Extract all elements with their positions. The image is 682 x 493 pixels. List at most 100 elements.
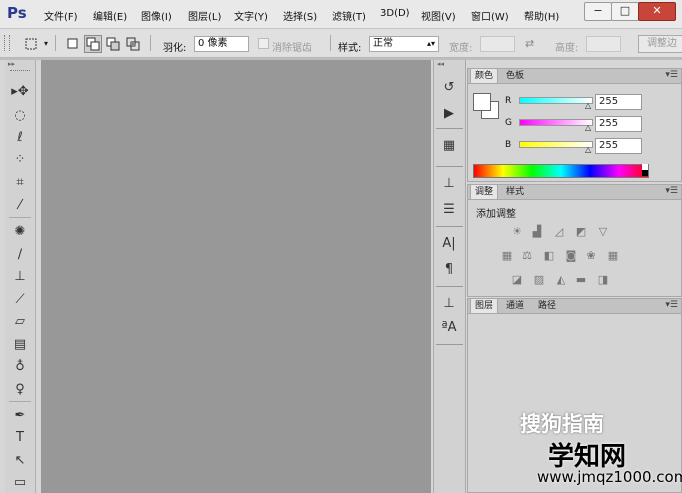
history-icon[interactable]: ↺ [437, 78, 461, 98]
posterize-icon[interactable]: ▨ [532, 274, 546, 286]
photo-filter-icon[interactable]: ◙ [564, 250, 578, 262]
brush-presets-icon[interactable]: ☰ [437, 200, 461, 220]
minimize-button[interactable]: − [584, 2, 612, 21]
tool-presets-icon[interactable]: ⊥ [437, 174, 461, 194]
color-spectrum-bar[interactable] [473, 164, 649, 178]
menu-layer[interactable]: 图层(L) [188, 8, 221, 23]
menu-view[interactable]: 视图(V) [421, 8, 456, 23]
dodge-icon[interactable]: ♀ [7, 380, 33, 400]
tab-styles[interactable]: 样式 [502, 185, 528, 199]
threshold-icon[interactable]: ◭ [554, 274, 568, 286]
menu-help[interactable]: 帮助(H) [524, 8, 559, 23]
invert-icon[interactable]: ◪ [510, 274, 524, 286]
exposure-icon[interactable]: ◩ [574, 226, 588, 238]
tab-layers[interactable]: 图层 [470, 299, 499, 313]
g-slider[interactable] [519, 119, 593, 126]
menu-edit[interactable]: 编辑(E) [93, 8, 127, 23]
menu-3d[interactable]: 3D(D) [380, 8, 410, 19]
path-select-icon[interactable]: ↖ [7, 451, 33, 471]
divider [436, 166, 463, 167]
options-bar: ▾ 羽化: 0 像素 消除锯齿 样式: 正常 ▴▾ 宽度: ⇄ 高度: 调整边 [0, 29, 682, 58]
menu-file[interactable]: 文件(F) [44, 8, 78, 23]
gradient-icon[interactable]: ▤ [7, 335, 33, 355]
color-lookup-icon[interactable]: ▦ [606, 250, 620, 262]
g-slider-thumb-icon[interactable]: △ [585, 123, 591, 132]
style-select[interactable]: 正常 ▴▾ [369, 36, 439, 52]
add-to-selection-icon[interactable] [84, 35, 102, 53]
collapse-icon[interactable]: ▸▸ [8, 60, 15, 68]
canvas-area[interactable] [41, 60, 431, 493]
brush-icon[interactable]: ∕ [7, 245, 33, 265]
character-icon[interactable]: A| [437, 234, 461, 254]
r-slider[interactable] [519, 97, 593, 104]
menu-type[interactable]: 文字(Y) [234, 8, 268, 23]
black-white-icon[interactable]: ◧ [542, 250, 556, 262]
color-balance-icon[interactable]: ⚖ [520, 250, 534, 262]
character-styles-icon[interactable]: ªA [437, 318, 461, 338]
width-input[interactable] [480, 36, 515, 52]
crop-icon[interactable]: ⌗ [7, 173, 33, 193]
vibrance-icon[interactable]: ▽ [596, 226, 610, 238]
type-icon[interactable]: T [7, 428, 33, 448]
divider [436, 128, 463, 129]
blur-icon[interactable]: ♁ [7, 357, 33, 377]
b-slider[interactable] [519, 141, 593, 148]
b-value-input[interactable]: 255 [595, 138, 642, 154]
selective-color-icon[interactable]: ◨ [596, 274, 610, 286]
feather-input[interactable]: 0 像素 [194, 36, 249, 52]
menu-image[interactable]: 图像(I) [141, 8, 172, 23]
foreground-color-swatch[interactable] [473, 93, 491, 111]
photoshop-logo: Ps [7, 4, 27, 22]
eyedropper-icon[interactable]: ⁄ [7, 196, 33, 216]
channel-mixer-icon[interactable]: ❀ [584, 250, 598, 262]
expand-icon[interactable]: ◂◂ [437, 60, 444, 68]
menu-window[interactable]: 窗口(W) [471, 8, 509, 23]
paragraph-icon[interactable]: ¶ [437, 260, 461, 280]
tab-color[interactable]: 颜色 [470, 69, 499, 83]
panel-menu-icon[interactable]: ▾☰ [665, 70, 678, 80]
swap-icon[interactable]: ⇄ [525, 37, 534, 50]
brightness-icon[interactable]: ☀ [510, 226, 524, 238]
properties-icon[interactable]: ▦ [437, 136, 461, 156]
shape-icon[interactable]: ▭ [7, 473, 33, 493]
close-button[interactable]: ✕ [638, 2, 676, 21]
clone-source-icon[interactable]: ⊥ [437, 294, 461, 314]
curves-icon[interactable]: ◿ [552, 226, 566, 238]
levels-icon[interactable]: ▟ [530, 226, 544, 238]
antialias-checkbox[interactable] [258, 38, 269, 49]
tab-channels[interactable]: 通道 [502, 299, 528, 313]
healing-brush-icon[interactable]: ✺ [7, 222, 33, 242]
tab-swatches[interactable]: 色板 [502, 69, 528, 83]
preset-dropdown-icon[interactable]: ▾ [44, 39, 48, 48]
intersect-selection-icon[interactable] [124, 35, 142, 53]
hue-saturation-icon[interactable]: ▦ [500, 250, 514, 262]
tab-adjustments[interactable]: 调整 [470, 185, 499, 199]
actions-icon[interactable]: ▶ [437, 104, 461, 124]
panel-menu-icon[interactable]: ▾☰ [665, 186, 678, 196]
menu-filter[interactable]: 滤镜(T) [332, 8, 366, 23]
quick-select-icon[interactable]: ⁘ [7, 150, 33, 170]
move-icon[interactable]: ▸✥ [7, 82, 33, 102]
panel-menu-icon[interactable]: ▾☰ [665, 300, 678, 310]
gradient-map-icon[interactable]: ▬ [574, 274, 588, 286]
pen-icon[interactable]: ✒ [7, 406, 33, 426]
lasso-icon[interactable]: ℓ [7, 128, 33, 148]
subtract-selection-icon[interactable] [104, 35, 122, 53]
history-brush-icon[interactable]: ⟋ [7, 290, 33, 310]
r-value-input[interactable]: 255 [595, 94, 642, 110]
b-slider-thumb-icon[interactable]: △ [585, 145, 591, 154]
tab-paths[interactable]: 路径 [534, 299, 560, 313]
r-slider-thumb-icon[interactable]: △ [585, 101, 591, 110]
eraser-icon[interactable]: ▱ [7, 312, 33, 332]
refine-edge-button[interactable]: 调整边 [638, 35, 682, 53]
new-selection-icon[interactable] [64, 35, 82, 53]
marquee-icon[interactable]: ◌ [7, 106, 33, 126]
clone-stamp-icon[interactable]: ⊥ [7, 267, 33, 287]
g-value-input[interactable]: 255 [595, 116, 642, 132]
black-swatch[interactable] [642, 170, 648, 176]
maximize-button[interactable]: □ [611, 2, 639, 21]
rect-marquee-preset-icon[interactable] [22, 35, 40, 53]
menu-select[interactable]: 选择(S) [283, 8, 317, 23]
divider [436, 286, 463, 287]
height-input[interactable] [586, 36, 621, 52]
